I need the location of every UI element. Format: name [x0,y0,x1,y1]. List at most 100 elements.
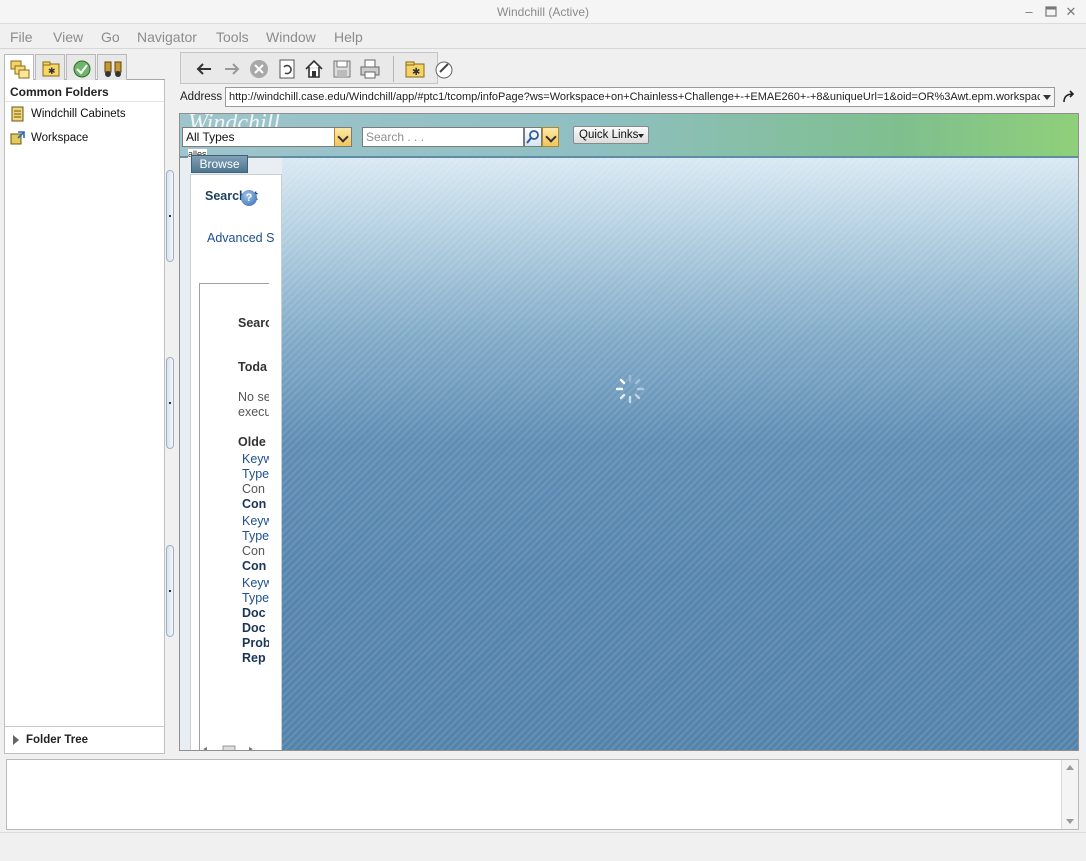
horizontal-scrollbar[interactable] [199,745,269,751]
no-search-text: No se [238,390,269,404]
workspace-icon [10,131,25,145]
window-title: Windchill (Active) [496,5,589,19]
saved-searches-box: Searc Toda No se execu Olde Keyw Type Co… [199,283,269,750]
chevron-right-icon [13,735,19,745]
saved-search-entry[interactable]: Doc [242,606,266,620]
type-select[interactable]: All Types [182,127,352,147]
loading-spinner-icon [615,374,645,404]
menu-bar: File View Go Navigator Tools Window Help [0,25,1086,49]
divider [5,101,164,102]
status-bar [0,832,1086,861]
binoculars-icon [104,61,122,77]
menu-file[interactable]: File [10,29,33,45]
tab-server[interactable] [66,54,96,80]
saved-search-entry[interactable]: Rep [242,651,266,665]
tree-item-windchill-cabinets[interactable]: Windchill Cabinets [10,106,160,124]
left-panel-tabs: ✱ [4,52,165,81]
search-button[interactable] [524,127,542,147]
type-select-value: All Types [186,130,235,144]
menu-tools[interactable]: Tools [216,29,249,45]
saved-search-entry[interactable]: Type [242,467,269,481]
address-input[interactable]: http://windchill.case.edu/Windchill/app/… [225,87,1041,107]
folders-icon [10,60,30,79]
svg-text:✱: ✱ [412,67,420,78]
forward-arrow-icon[interactable] [221,58,243,80]
tab-folders[interactable] [4,54,34,81]
saved-search-entry: Con [242,482,265,496]
title-bar: Windchill (Active) – ✕ [0,0,1086,24]
caret-down-icon [638,134,644,138]
search-icon [526,130,539,144]
common-folders-panel: Common Folders Windchill Cabinets Worksp… [4,80,165,754]
tree-item-workspace[interactable]: Workspace [10,130,160,148]
save-icon[interactable] [331,58,353,80]
go-arrow-icon[interactable] [1061,89,1077,105]
close-icon[interactable]: ✕ [1062,3,1080,21]
splitter-handle[interactable] [166,545,174,637]
saved-search-entry[interactable]: Keyw [242,514,269,528]
vertical-scrollbar[interactable] [1061,760,1078,829]
folder-tree-label: Folder Tree [26,734,88,746]
saved-search-entry[interactable]: Doc [242,621,266,635]
toolbar-separator [393,56,394,82]
menu-view[interactable]: View [53,29,83,45]
help-icon[interactable]: ? [241,190,257,206]
saved-search-entry[interactable]: Prob [242,636,269,650]
menu-go[interactable]: Go [101,29,120,45]
scroll-up-icon[interactable] [1066,765,1074,770]
saved-search-entry[interactable]: Keyw [242,452,269,466]
search-options-dropdown[interactable] [542,127,559,147]
eraser-icon[interactable] [433,58,455,80]
splitter-handle[interactable] [166,357,174,449]
tab-search[interactable] [97,54,127,80]
common-folders-title: Common Folders [10,85,109,99]
refresh-icon[interactable] [276,58,298,80]
saved-search-entry[interactable]: Keyw [242,576,269,590]
app-window: Windchill (Active) – ✕ File View Go Navi… [0,0,1086,861]
browser-viewport: Windchill All Types Search . . . Quick L… [179,113,1079,751]
saved-search-entry[interactable]: Type [242,529,269,543]
quick-links-button[interactable]: Quick Links [573,126,649,144]
maximize-icon[interactable] [1042,3,1060,21]
browser-toolbar: ✱ [180,52,453,84]
globe-check-icon [73,60,91,78]
print-icon[interactable] [359,58,381,80]
menu-help[interactable]: Help [334,29,363,45]
home-icon[interactable] [303,58,325,80]
address-label: Address [180,91,223,103]
new-folder-icon[interactable]: ✱ [404,58,426,80]
output-panel [6,759,1079,830]
loading-overlay [282,158,1078,750]
windchill-header: Windchill All Types Search . . . Quick L… [180,114,1078,157]
quick-links-label: Quick Links [579,129,639,141]
address-dropdown[interactable] [1040,87,1055,107]
today-heading: Toda [238,360,267,374]
search-panel-body: Searchst ? Advanced S Searc Toda No se e… [190,174,282,751]
no-search-text: execu [238,405,269,419]
folder-tree-toggle[interactable]: Folder Tree [5,726,164,753]
stop-icon[interactable] [248,58,270,80]
search-input[interactable]: Search . . . [362,127,524,147]
back-arrow-icon[interactable] [193,58,215,80]
tab-browse[interactable]: Browse [191,155,248,173]
splitter-handle[interactable] [166,170,174,262]
browse-panel: Browse Searchst ? Advanced S Searc Toda … [180,155,282,751]
tree-item-label: Windchill Cabinets [31,108,126,120]
older-heading: Olde [238,435,266,449]
chevron-down-icon[interactable] [334,128,351,146]
minimize-icon[interactable]: – [1020,3,1038,21]
saved-search-entry[interactable]: Con [242,497,266,511]
menu-window[interactable]: Window [266,29,316,45]
scroll-down-icon[interactable] [1066,819,1074,824]
cabinet-icon [11,106,24,122]
menu-navigator[interactable]: Navigator [137,29,197,45]
advanced-search-link[interactable]: Advanced S [207,231,274,245]
svg-text:✱: ✱ [48,66,56,76]
workspace-folder-icon: ✱ [42,61,60,77]
saved-search-entry[interactable]: Type [242,591,269,605]
saved-search-entry: Con [242,544,265,558]
tab-workspace[interactable]: ✱ [35,54,65,80]
saved-searches-heading: Searc [238,316,269,330]
saved-search-entry[interactable]: Con [242,559,266,573]
tree-item-label: Workspace [31,132,89,144]
